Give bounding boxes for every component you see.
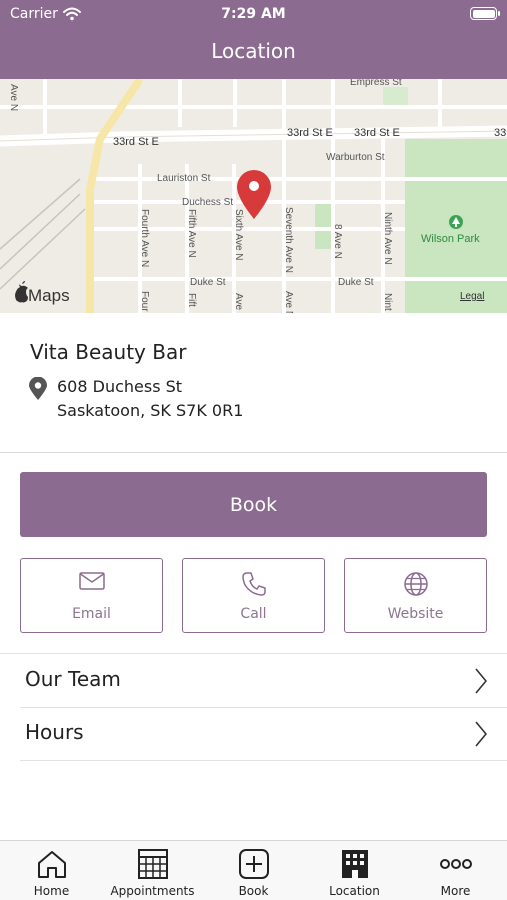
our-team-row[interactable]: Our Team [20, 654, 507, 708]
map-label-seventh: Seventh Ave N [283, 207, 294, 273]
chevron-right-icon [475, 721, 487, 747]
map-label-lauriston: Lauriston St [157, 173, 211, 184]
tab-location-label: Location [329, 884, 380, 898]
map-label-ninth-b: Nint [382, 293, 393, 311]
tab-more[interactable]: More [405, 841, 506, 900]
svg-text:Maps: Maps [28, 286, 70, 305]
home-icon [37, 851, 66, 878]
clock: 7:29 AM [221, 6, 286, 22]
map-label-left-ave: Ave N [8, 84, 19, 111]
hours-label: Hours [25, 720, 84, 744]
map-label-33rd-c: 33rd St E [354, 127, 400, 139]
email-button[interactable]: Email [20, 558, 163, 633]
map-label-33rd-a: 33rd St E [113, 136, 159, 148]
map-label-sixth-b: Ave N [233, 293, 244, 313]
tab-appointments[interactable]: Appointments [102, 841, 203, 900]
address-line-1: 608 Duchess St [57, 377, 183, 396]
map-legal-link[interactable]: Legal [460, 291, 484, 302]
tab-home-label: Home [33, 884, 70, 898]
top-bar: Carrier 7:29 AM Location [0, 0, 507, 79]
battery-icon [470, 7, 500, 20]
envelope-icon [78, 572, 105, 590]
map-label-fourth: Fourth Ave N [139, 209, 150, 267]
map-label-fifth-b: Fift [186, 293, 197, 307]
page-title: Location [211, 39, 296, 63]
map-label-sixth: Sixth Ave N [233, 209, 244, 261]
call-button[interactable]: Call [182, 558, 325, 633]
globe-icon [403, 572, 428, 596]
business-address[interactable]: 608 Duchess St Saskatoon, SK S7K 0R1 [57, 375, 243, 423]
address-pin-icon [29, 377, 47, 400]
tab-book-label: Book [238, 884, 269, 898]
tab-more-label: More [440, 884, 471, 898]
add-square-icon [238, 849, 269, 879]
chevron-right-icon [475, 668, 487, 694]
address-line-2: Saskatoon, SK S7K 0R1 [57, 401, 244, 420]
tab-appointments-label: Appointments [110, 884, 195, 898]
map-label-empress: Empress St [350, 79, 402, 88]
map-label-wilson-park: Wilson Park [421, 233, 480, 245]
website-button[interactable]: Website [344, 558, 487, 633]
map-label-ninth: Ninth Ave N [382, 212, 393, 265]
map-label-warburton: Warburton St [326, 152, 385, 163]
tab-book[interactable]: Book [203, 841, 304, 900]
map-label-duchess: Duchess St [182, 197, 233, 208]
more-dots-icon [439, 859, 472, 869]
call-label: Call [240, 606, 267, 622]
website-label: Website [387, 606, 444, 622]
map-label-duke-b: Duke St [338, 277, 374, 288]
calendar-icon [137, 849, 168, 879]
status-bar: Carrier 7:29 AM [0, 6, 507, 24]
phone-icon [241, 572, 266, 596]
our-team-label: Our Team [25, 667, 121, 691]
tab-location[interactable]: Location [304, 841, 405, 900]
book-button[interactable]: Book [20, 472, 487, 537]
map-label-seventh-b: Ave N [283, 291, 294, 313]
hours-row[interactable]: Hours [20, 707, 507, 761]
map-label-eighth: 8 Ave N [332, 224, 343, 259]
map-label-fifth: Fifth Ave N [186, 209, 197, 258]
building-icon [341, 850, 368, 878]
business-info: Vita Beauty Bar 608 Duchess St Saskatoon… [0, 313, 507, 453]
map-label-duke-a: Duke St [190, 277, 226, 288]
map-label-fourth-b: Four [139, 291, 150, 312]
map-label-33rd-b: 33rd St E [287, 127, 333, 139]
map-view[interactable]: Empress St 33rd St E 33rd St E 33rd St E… [0, 79, 507, 313]
map-label-33rd-d: 33 [494, 127, 506, 139]
business-name: Vita Beauty Bar [30, 340, 187, 364]
tab-bar: Home Appointments Book Location More [0, 840, 507, 900]
email-label: Email [72, 606, 111, 622]
tab-home[interactable]: Home [1, 841, 102, 900]
